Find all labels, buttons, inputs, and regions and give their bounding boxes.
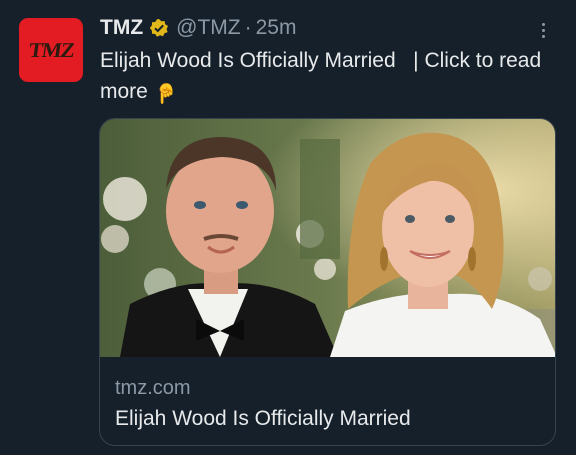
timestamp[interactable]: 25m (256, 16, 297, 40)
card-title: Elijah Wood Is Officially Married (115, 407, 411, 430)
tweet-text: Elijah Wood Is Officially Married | Clic… (100, 45, 550, 108)
separator-dot: · (244, 16, 252, 39)
more-dot (541, 22, 545, 26)
link-card[interactable]: tmz.com Elijah Wood Is Officially Marrie… (99, 118, 556, 446)
handle[interactable]: @TMZ (176, 16, 240, 40)
tmz-logo: TMZ (26, 37, 76, 62)
avatar[interactable]: TMZ (19, 18, 83, 82)
more-dot (541, 28, 545, 32)
tweet-header: TMZ @TMZ · 25m (100, 14, 296, 42)
more-dot (541, 34, 545, 38)
card-domain: tmz.com (115, 377, 191, 399)
verified-badge-icon[interactable] (149, 18, 169, 38)
pointing-hand-icon: ☝ (153, 82, 178, 103)
more-options-icon[interactable] (534, 18, 552, 42)
display-name[interactable]: TMZ (100, 16, 143, 40)
card-image[interactable] (100, 119, 555, 357)
